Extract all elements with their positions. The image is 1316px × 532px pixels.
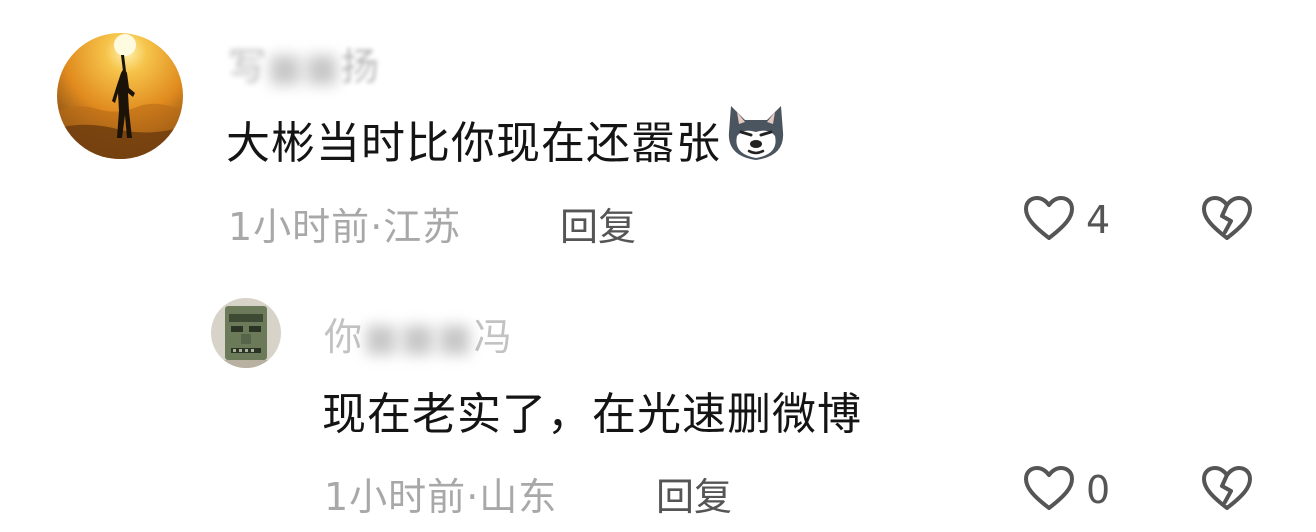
- like-button[interactable]: 4: [1022, 194, 1110, 246]
- avatar[interactable]: [211, 298, 281, 368]
- broken-heart-icon: [1200, 196, 1254, 246]
- username-end: 冯: [473, 315, 513, 359]
- username-start: 写: [228, 45, 268, 89]
- husky-face-icon: [723, 102, 789, 175]
- username-start: 你: [324, 315, 364, 359]
- comment-time: 1小时前: [324, 475, 467, 519]
- dislike-button[interactable]: [1200, 194, 1254, 246]
- comment-meta: 1小时前·江苏: [228, 196, 461, 251]
- dislike-button[interactable]: [1200, 464, 1254, 516]
- comment-text: 现在老实了，在光速删微博: [322, 378, 862, 442]
- avatar[interactable]: [57, 33, 183, 159]
- like-count: 0: [1086, 468, 1111, 512]
- comment-text: 大彬当时比你现在还嚣张: [226, 102, 789, 175]
- meta-separator: ·: [370, 205, 384, 249]
- username-redacted: ■■: [267, 45, 341, 89]
- bronze-mask-avatar-image: [211, 298, 281, 368]
- broken-heart-icon: [1200, 466, 1254, 516]
- comment-username[interactable]: 你■■■冯: [324, 306, 513, 361]
- heart-icon: [1022, 194, 1076, 246]
- meta-separator: ·: [466, 475, 480, 519]
- reply-button[interactable]: 回复: [560, 196, 636, 251]
- heart-icon: [1022, 464, 1076, 516]
- username-redacted: ■■■: [363, 315, 474, 359]
- like-count: 4: [1086, 198, 1111, 242]
- comment-content: 现在老实了，在光速删微博: [322, 389, 862, 440]
- comment-time: 1小时前: [228, 205, 371, 249]
- comment-content: 大彬当时比你现在还嚣张: [226, 117, 721, 169]
- like-button[interactable]: 0: [1022, 464, 1110, 516]
- comment-location: 江苏: [383, 205, 462, 249]
- reply-button[interactable]: 回复: [656, 466, 732, 521]
- comment-meta: 1小时前·山东: [324, 466, 557, 521]
- sunset-avatar-image: [57, 33, 183, 159]
- comment-username[interactable]: 写■■扬: [228, 36, 380, 91]
- username-end: 扬: [340, 45, 380, 89]
- comment-location: 山东: [479, 475, 558, 519]
